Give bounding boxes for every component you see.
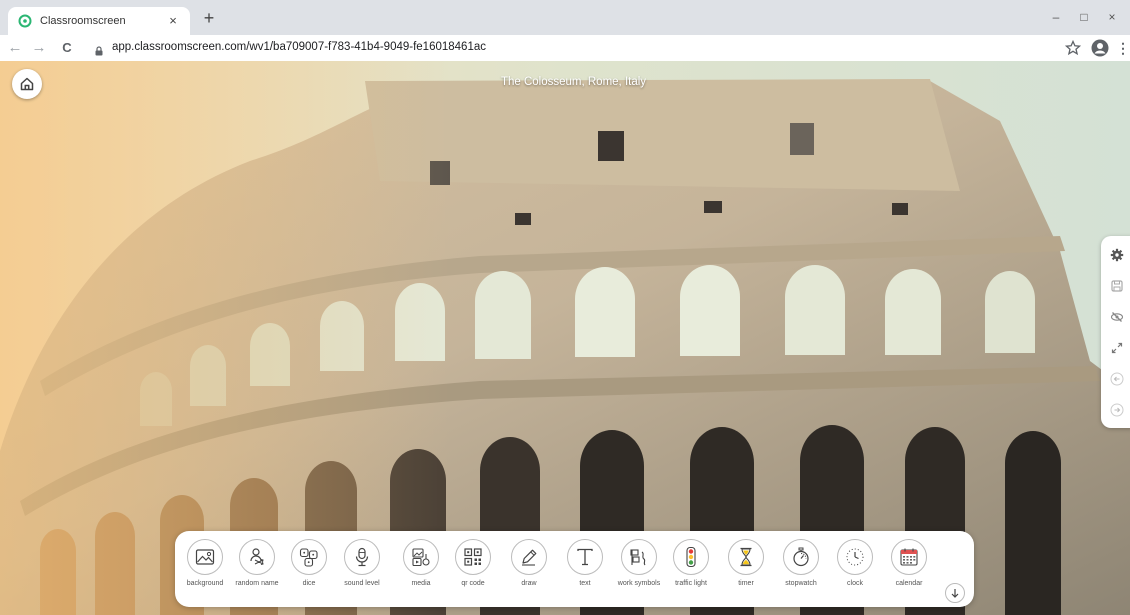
back-button[interactable]: ←	[6, 39, 24, 57]
previous-screen-button[interactable]	[1109, 371, 1125, 387]
widget-calendar[interactable]: calendar	[879, 539, 939, 599]
widget-media[interactable]: media	[391, 539, 451, 599]
calendar-icon	[900, 548, 918, 566]
work-symbols-icon	[630, 549, 646, 566]
tab-close-button[interactable]: ×	[166, 14, 180, 28]
browser-tab[interactable]: Classroomscreen ×	[8, 7, 190, 35]
widget-background[interactable]: background	[175, 539, 235, 599]
more-menu-icon[interactable]: ⋮	[1116, 40, 1130, 56]
widget-label: work symbols	[617, 580, 661, 587]
qr-code-icon	[464, 548, 482, 566]
widget-timer[interactable]: timer	[716, 539, 776, 599]
widget-qr-code[interactable]: qr code	[443, 539, 503, 599]
widget-label: background	[186, 580, 224, 587]
profile-icon[interactable]	[1090, 38, 1110, 58]
widget-dice[interactable]: dice	[279, 539, 339, 599]
forward-button[interactable]: →	[30, 39, 48, 57]
window-controls: – □ ×	[1042, 6, 1126, 28]
widget-label: sound level	[344, 580, 380, 587]
browser-tab-bar: Classroomscreen × + – □ ×	[0, 0, 1130, 35]
arrow-left-icon	[1110, 372, 1124, 386]
widget-draw[interactable]: draw	[499, 539, 559, 599]
browser-toolbar: ← → C app.classroomscreen.com/wv1/ba7090…	[0, 35, 1130, 61]
save-button[interactable]	[1109, 278, 1125, 294]
text-icon	[577, 548, 593, 566]
stopwatch-icon	[793, 547, 809, 567]
widget-text[interactable]: text	[555, 539, 615, 599]
tab-title: Classroomscreen	[40, 15, 126, 27]
settings-button[interactable]	[1109, 247, 1125, 263]
widget-traffic-light[interactable]: traffic light	[661, 539, 721, 599]
hourglass-icon	[740, 547, 752, 567]
dice-icon	[299, 548, 318, 567]
widget-random-name[interactable]: random name	[227, 539, 287, 599]
new-tab-button[interactable]: +	[200, 9, 218, 28]
hide-widgets-button[interactable]	[1109, 309, 1125, 325]
fullscreen-icon	[1111, 342, 1123, 354]
lock-icon[interactable]	[94, 43, 104, 56]
random-name-icon	[250, 548, 264, 565]
fullscreen-button[interactable]	[1109, 340, 1125, 356]
clock-icon	[846, 548, 864, 566]
reload-button[interactable]: C	[58, 39, 76, 57]
widget-label: draw	[521, 580, 537, 587]
address-bar[interactable]: app.classroomscreen.com/wv1/ba709007-f78…	[112, 41, 486, 53]
widget-clock[interactable]: clock	[825, 539, 885, 599]
microphone-icon	[355, 547, 369, 567]
next-screen-button[interactable]	[1109, 402, 1125, 418]
close-window-button[interactable]: ×	[1098, 6, 1126, 28]
widget-label: media	[411, 580, 431, 587]
bookmark-star-icon[interactable]	[1064, 39, 1082, 57]
collapse-toolbar-button[interactable]	[945, 583, 965, 603]
gear-icon	[1110, 248, 1124, 262]
widget-label: text	[579, 580, 591, 587]
classroomscreen-page: The Colosseum, Rome, Italy background ra…	[0, 61, 1130, 615]
widget-sound-level[interactable]: sound level	[332, 539, 392, 599]
background-caption: The Colosseum, Rome, Italy	[500, 76, 647, 88]
classroomscreen-logo-icon	[18, 14, 32, 28]
eye-off-icon	[1110, 312, 1124, 322]
minimize-button[interactable]: –	[1042, 6, 1070, 28]
maximize-button[interactable]: □	[1070, 6, 1098, 28]
pencil-icon	[522, 549, 537, 566]
widget-work-symbols[interactable]: work symbols	[609, 539, 669, 599]
media-icon	[412, 548, 430, 567]
widget-label: traffic light	[675, 580, 707, 587]
widget-label: qr code	[461, 580, 485, 587]
widget-stopwatch[interactable]: stopwatch	[771, 539, 831, 599]
traffic-light-icon	[686, 546, 696, 568]
side-panel	[1101, 236, 1130, 428]
widget-label: random name	[235, 580, 279, 587]
widget-label: clock	[847, 580, 863, 587]
widget-label: calendar	[895, 580, 923, 587]
widget-label: timer	[738, 580, 754, 587]
arrow-down-icon	[951, 589, 959, 598]
widget-label: dice	[302, 580, 316, 587]
arrow-right-icon	[1110, 403, 1124, 417]
widget-toolbar: background random name dice sound level	[175, 531, 974, 607]
widget-label: stopwatch	[785, 580, 817, 587]
image-icon	[195, 549, 215, 565]
save-icon	[1111, 280, 1123, 292]
